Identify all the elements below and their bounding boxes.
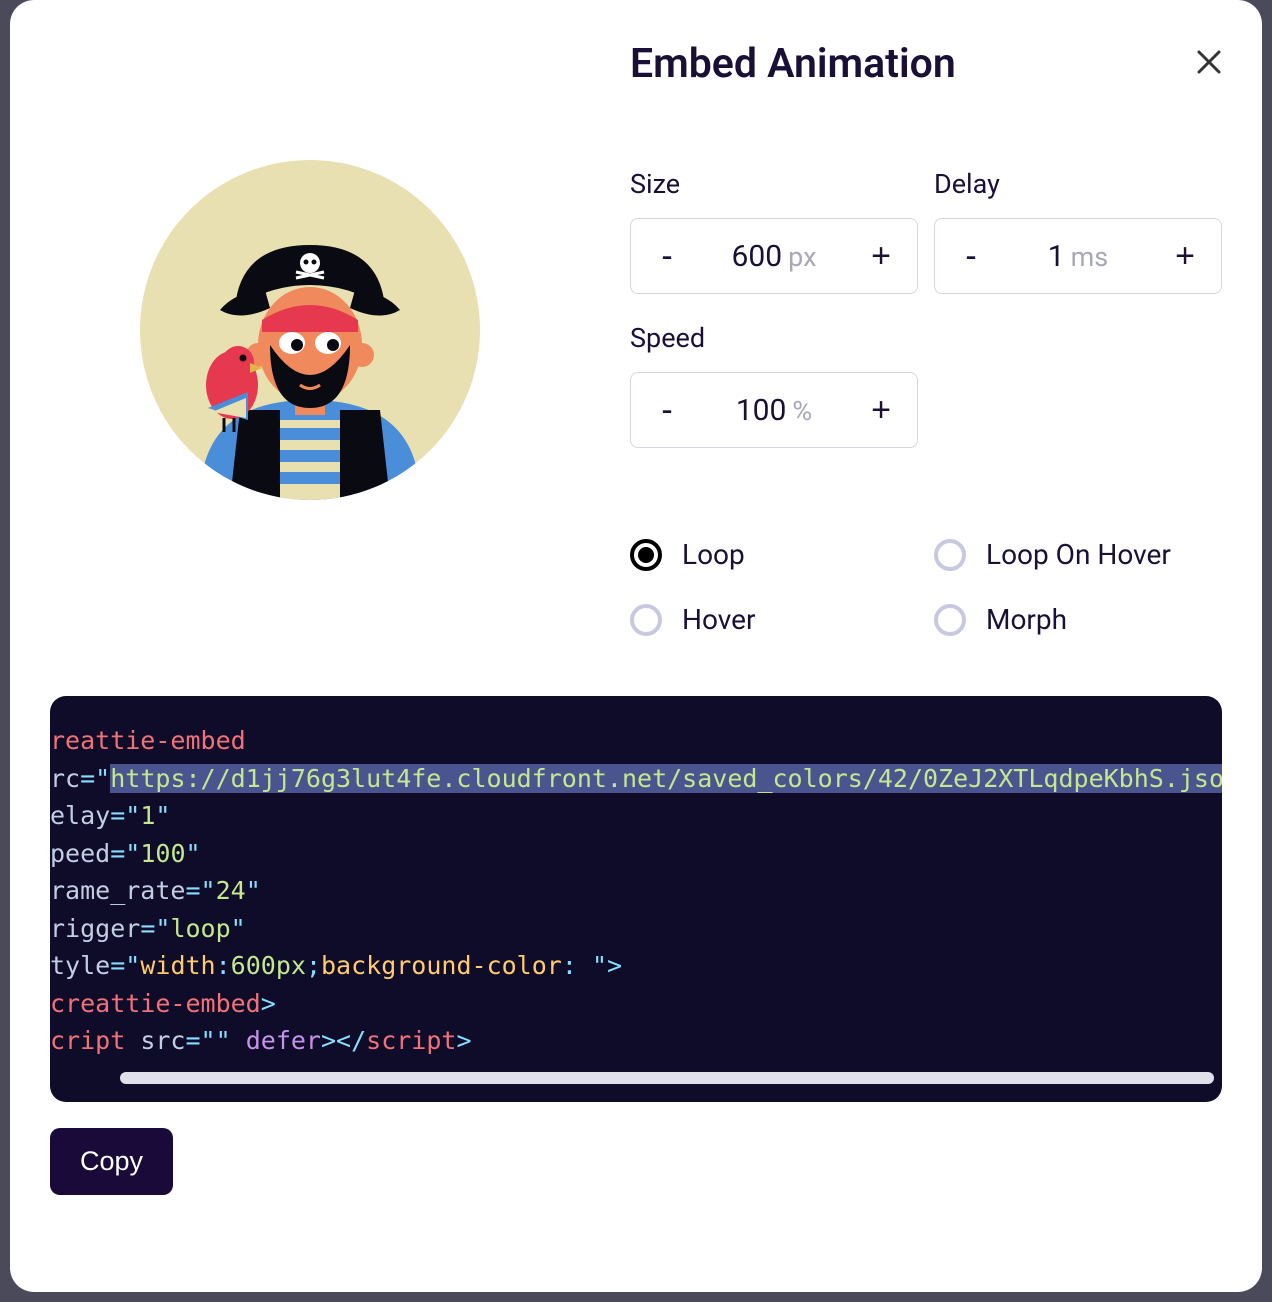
modal-top: Embed Animation Size - 600 px bbox=[50, 40, 1222, 636]
speed-field: Speed - 100 % + bbox=[630, 322, 918, 448]
code-attr: rigger bbox=[50, 914, 140, 943]
code-script: cript bbox=[50, 1026, 125, 1055]
delay-decrement-button[interactable]: - bbox=[957, 239, 985, 273]
radio-loop-on-hover-label: Loop On Hover bbox=[986, 538, 1171, 571]
radio-icon bbox=[934, 604, 966, 636]
code-val: 100 bbox=[140, 839, 185, 868]
code-attr: rc bbox=[50, 764, 80, 793]
radio-hover-label: Hover bbox=[682, 603, 755, 636]
size-stepper[interactable]: - 600 px + bbox=[630, 218, 918, 294]
delay-label: Delay bbox=[934, 168, 1222, 200]
fields-grid: Size - 600 px + Delay - bbox=[630, 168, 1222, 448]
code-tag: reattie-embed bbox=[50, 726, 246, 755]
pirate-avatar-icon bbox=[140, 160, 480, 500]
code-attr: tyle bbox=[50, 951, 110, 980]
close-button[interactable] bbox=[1196, 48, 1222, 80]
radio-icon bbox=[630, 539, 662, 571]
code-val: 24 bbox=[216, 876, 246, 905]
code-defer: defer bbox=[246, 1026, 321, 1055]
radio-loop-on-hover[interactable]: Loop On Hover bbox=[934, 538, 1222, 571]
radio-morph-label: Morph bbox=[986, 603, 1067, 636]
code-css-prop: background-color bbox=[321, 951, 562, 980]
size-increment-button[interactable]: + bbox=[867, 239, 895, 273]
close-icon bbox=[1196, 49, 1222, 75]
modal-header: Embed Animation bbox=[630, 40, 1222, 88]
code-css-val: 600px bbox=[231, 951, 306, 980]
size-number: 600 bbox=[732, 239, 783, 274]
trigger-radios: Loop Loop On Hover Hover Morph bbox=[630, 538, 1222, 636]
preview-column bbox=[50, 40, 570, 636]
code-attr: rame_rate bbox=[50, 876, 185, 905]
delay-stepper[interactable]: - 1 ms + bbox=[934, 218, 1222, 294]
speed-increment-button[interactable]: + bbox=[867, 393, 895, 427]
delay-number: 1 bbox=[1048, 239, 1065, 274]
embed-code-block[interactable]: reattie-embed rc="https://d1jj76g3lut4fe… bbox=[50, 696, 1222, 1102]
size-unit: px bbox=[788, 241, 816, 273]
speed-unit: % bbox=[792, 395, 812, 427]
delay-field: Delay - 1 ms + bbox=[934, 168, 1222, 294]
horizontal-scrollbar[interactable] bbox=[120, 1072, 1214, 1084]
speed-value: 100 % bbox=[681, 393, 867, 428]
copy-button[interactable]: Copy bbox=[50, 1128, 173, 1195]
code-close-tag: creattie-embed bbox=[50, 989, 261, 1018]
radio-hover[interactable]: Hover bbox=[630, 603, 918, 636]
code-script-close: script bbox=[366, 1026, 456, 1055]
speed-label: Speed bbox=[630, 322, 918, 354]
speed-stepper[interactable]: - 100 % + bbox=[630, 372, 918, 448]
radio-loop[interactable]: Loop bbox=[630, 538, 918, 571]
radio-icon bbox=[934, 539, 966, 571]
radio-icon bbox=[630, 604, 662, 636]
speed-number: 100 bbox=[736, 393, 787, 428]
delay-increment-button[interactable]: + bbox=[1171, 239, 1199, 273]
modal-footer: Copy bbox=[50, 1102, 1222, 1195]
size-decrement-button[interactable]: - bbox=[653, 239, 681, 273]
controls-column: Embed Animation Size - 600 px bbox=[630, 40, 1222, 636]
size-label: Size bbox=[630, 168, 918, 200]
size-value: 600 px bbox=[681, 239, 867, 274]
code-src-url: https://d1jj76g3lut4fe.cloudfront.net/sa… bbox=[110, 764, 1222, 793]
delay-value: 1 ms bbox=[985, 239, 1171, 274]
modal-title: Embed Animation bbox=[630, 40, 956, 88]
delay-unit: ms bbox=[1071, 241, 1109, 273]
size-field: Size - 600 px + bbox=[630, 168, 918, 294]
radio-morph[interactable]: Morph bbox=[934, 603, 1222, 636]
code-attr: elay bbox=[50, 801, 110, 830]
code-attr: src bbox=[140, 1026, 185, 1055]
speed-decrement-button[interactable]: - bbox=[653, 393, 681, 427]
radio-loop-label: Loop bbox=[682, 538, 745, 571]
code-val: loop bbox=[170, 914, 230, 943]
animation-preview bbox=[140, 160, 480, 500]
code-css-prop: width bbox=[140, 951, 215, 980]
code-attr: peed bbox=[50, 839, 110, 868]
embed-modal: Embed Animation Size - 600 px bbox=[10, 0, 1262, 1292]
code-val: 1 bbox=[140, 801, 155, 830]
